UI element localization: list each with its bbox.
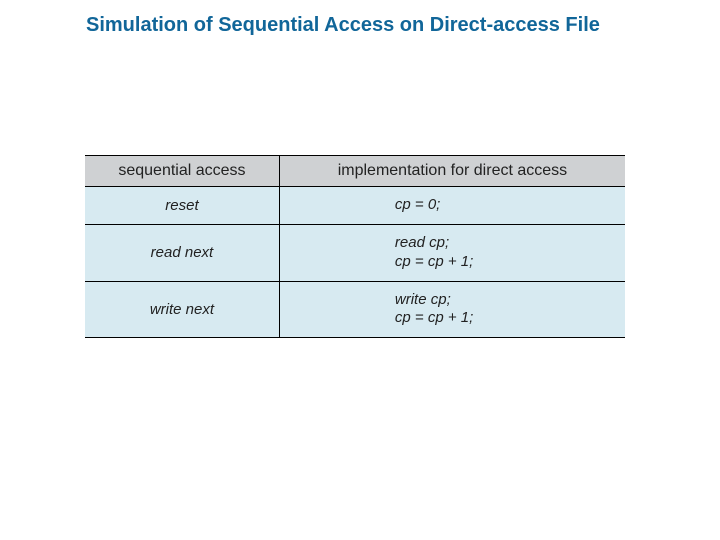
table-row: write next write cp;cp = cp + 1; — [85, 281, 625, 338]
table-header-col2: implementation for direct access — [279, 156, 625, 187]
op-cell: write next — [85, 281, 279, 338]
table-header-row: sequential access implementation for dir… — [85, 156, 625, 187]
slide: Simulation of Sequential Access on Direc… — [0, 0, 720, 540]
impl-cell: cp = 0; — [279, 187, 625, 225]
access-table: sequential access implementation for dir… — [85, 155, 625, 338]
table-row: read next read cp;cp = cp + 1; — [85, 225, 625, 282]
table-row: reset cp = 0; — [85, 187, 625, 225]
impl-cell: write cp;cp = cp + 1; — [279, 281, 625, 338]
slide-title: Simulation of Sequential Access on Direc… — [86, 14, 720, 37]
op-cell: reset — [85, 187, 279, 225]
op-cell: read next — [85, 225, 279, 282]
impl-cell: read cp;cp = cp + 1; — [279, 225, 625, 282]
table-header-col1: sequential access — [85, 156, 279, 187]
table-container: sequential access implementation for dir… — [85, 155, 625, 338]
